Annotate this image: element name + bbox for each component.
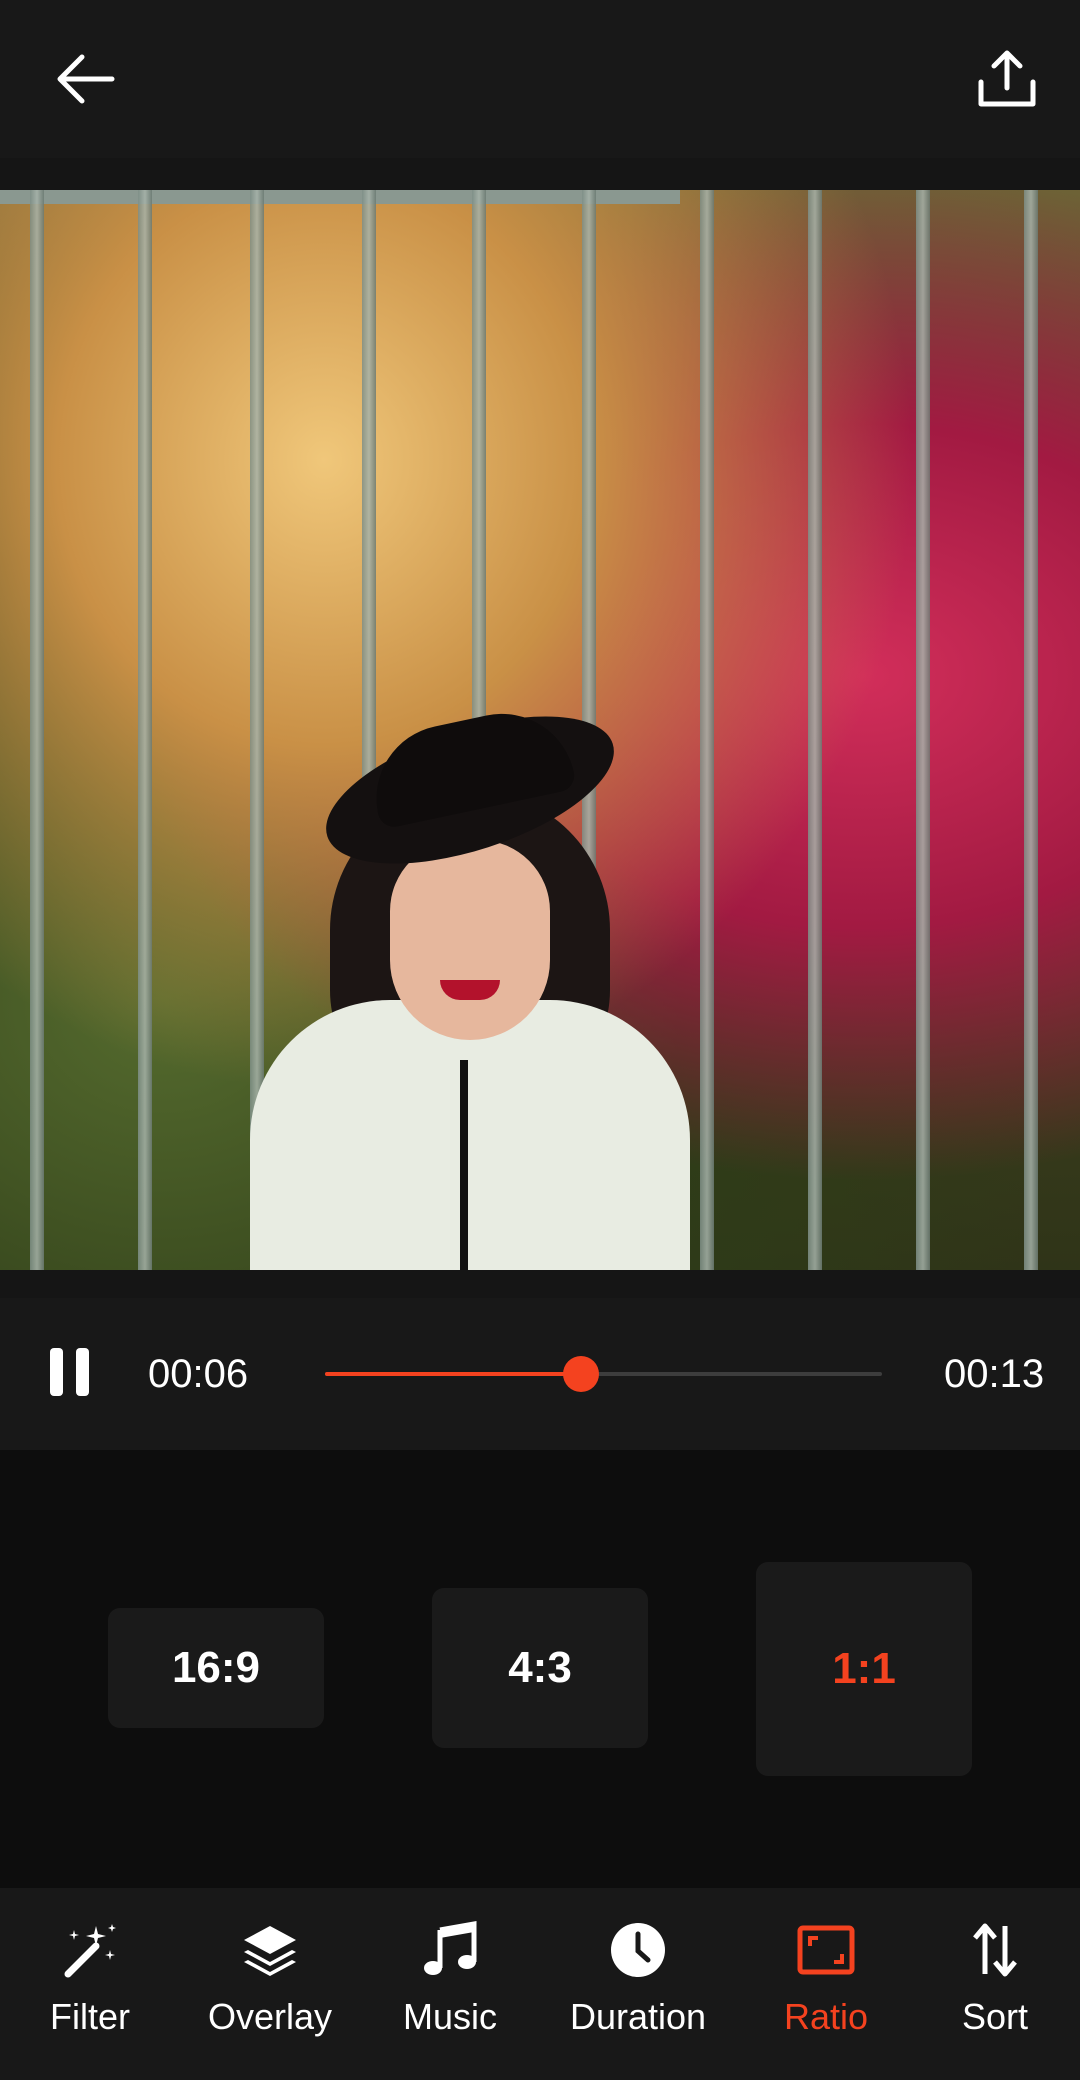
nav-label: Sort [961,1996,1029,2037]
share-button[interactable] [962,34,1052,124]
nav-label: Duration [569,1996,707,2037]
fence-rail [0,190,680,204]
nav-overlay[interactable]: Overlay [185,1888,355,2080]
back-button[interactable] [40,34,130,124]
neck-tie [460,1060,468,1270]
shirt [250,1000,690,1270]
total-time: 00:13 [944,1352,1045,1396]
clock-icon [606,1918,670,1982]
ratio-panel: 16:9 4:3 1:1 [0,1450,1080,1888]
magic-wand-icon [58,1918,122,1982]
seek-handle[interactable] [563,1356,600,1392]
nav-ratio[interactable]: Ratio [741,1888,911,2080]
face [390,840,550,1040]
nav-label: Music [402,1996,497,2037]
fence-bar [808,190,822,1270]
seek-bar[interactable] [325,1356,882,1392]
ratio-16-9-button[interactable]: 16:9 [108,1608,324,1728]
ratio-1-1-button[interactable]: 1:1 [756,1562,972,1776]
layers-icon [238,1918,302,1982]
nav-label: Filter [50,1996,130,2037]
ratio-4-3-button[interactable]: 4:3 [432,1588,648,1748]
current-time: 00:06 [148,1352,249,1396]
pause-button[interactable] [50,1348,92,1396]
nav-duration[interactable]: Duration [553,1888,723,2080]
fence-bar [138,190,152,1270]
fence-bar [1024,190,1038,1270]
bottom-toolbar: Filter Overlay Music Duration Ratio Sort [0,1888,1080,2080]
pause-icon [50,1348,63,1396]
playback-bar: 00:06 00:13 [0,1298,1080,1450]
music-note-icon [418,1918,482,1982]
fence-bar [700,190,714,1270]
sort-arrows-icon [963,1918,1027,1982]
fence-bar [916,190,930,1270]
nav-filter[interactable]: Filter [5,1888,175,2080]
nav-label: Ratio [783,1996,869,2037]
nav-music[interactable]: Music [365,1888,535,2080]
preview-photo[interactable] [0,190,1080,1270]
fence-bar [30,190,44,1270]
seek-progress [325,1372,582,1376]
aspect-ratio-icon [794,1918,858,1982]
nav-label: Overlay [207,1996,333,2037]
arrow-left-icon [57,54,115,104]
upload-icon [978,50,1036,107]
pause-icon [76,1348,89,1396]
nav-sort[interactable]: Sort [910,1888,1080,2080]
preview-area [0,158,1080,1298]
top-bar [0,0,1080,158]
woman-figure [250,686,690,1270]
